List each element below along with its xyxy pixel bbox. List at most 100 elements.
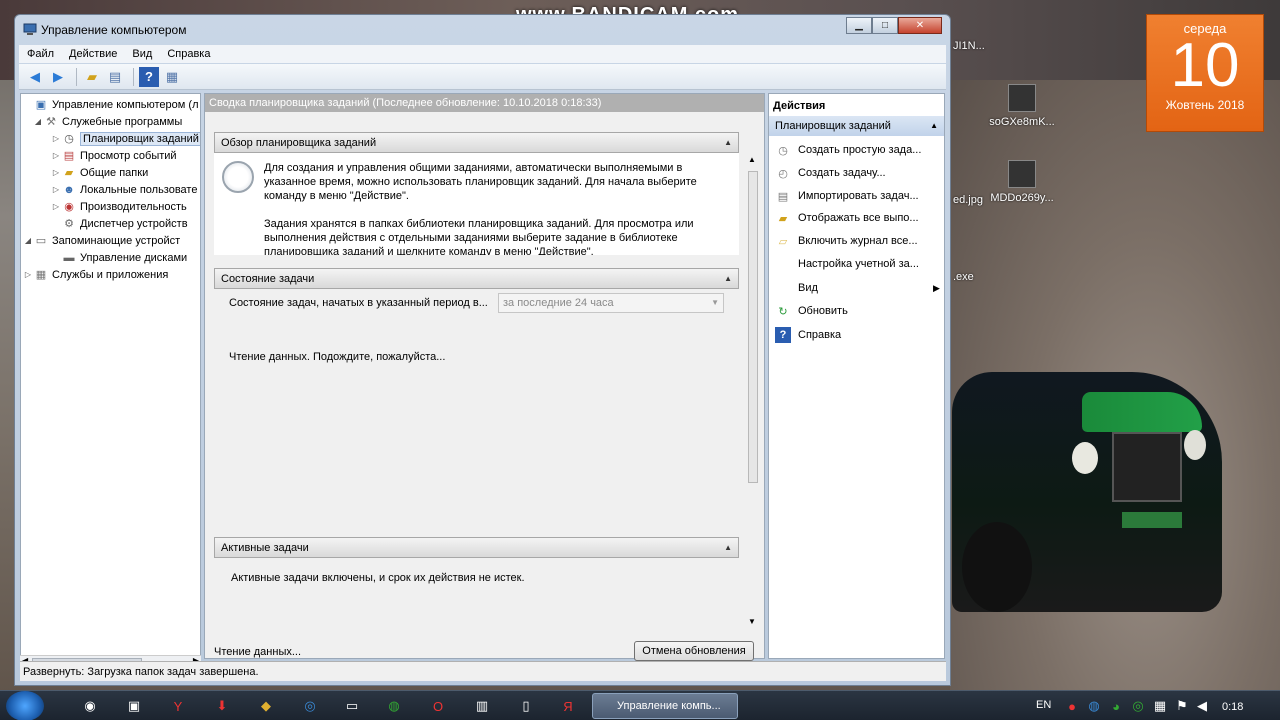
up-folder-icon[interactable]: ▰	[82, 67, 102, 87]
yandex-icon[interactable]: Я	[558, 696, 578, 716]
expand-icon[interactable]: ▷	[51, 185, 61, 194]
tree-item-device-manager[interactable]: ⚙ Диспетчер устройств	[51, 215, 187, 232]
expand-icon[interactable]: ▷	[51, 134, 61, 143]
back-arrow-icon[interactable]: ◀	[25, 67, 45, 87]
collapse-icon[interactable]: ▲	[930, 116, 938, 136]
steam-icon[interactable]: ◉	[80, 696, 100, 716]
game-icon[interactable]: ◆	[256, 696, 276, 716]
expand-icon[interactable]: ▷	[51, 151, 61, 160]
collapse-icon[interactable]: ▲	[724, 269, 732, 289]
expand-icon[interactable]: ▷	[51, 202, 61, 211]
network-tray-icon[interactable]: ▦	[1150, 696, 1170, 716]
tray-app-icon[interactable]: ◕	[1106, 696, 1126, 716]
show-hide-tree-icon[interactable]: ▤	[105, 67, 125, 87]
action-enable-history[interactable]: ▱ Включить журнал все...	[775, 232, 918, 250]
action-create-task[interactable]: ◴ Создать задачу...	[775, 164, 885, 182]
wallpaper-car	[952, 372, 1222, 612]
desktop-icon-file-1[interactable]: soGXe8mK...	[982, 84, 1062, 128]
tree-item-task-scheduler[interactable]: ▷ ◷ Планировщик заданий	[51, 130, 200, 147]
download-icon[interactable]: ⬇	[212, 696, 232, 716]
task-status-section: Состояние задачи ▲ Состояние задач, нача…	[214, 268, 739, 536]
action-display-running[interactable]: ▰ Отображать все выпо...	[775, 209, 919, 227]
minimize-button[interactable]: ▁	[846, 17, 872, 34]
flag-icon[interactable]: ⚑	[1172, 696, 1192, 716]
forward-arrow-icon[interactable]: ▶	[48, 67, 68, 87]
desktop-icon-partial[interactable]: .exe	[953, 271, 974, 283]
computer-management-icon: ▣	[35, 99, 47, 111]
action-help[interactable]: ? Справка	[775, 326, 841, 344]
computer-icon[interactable]: ▣	[124, 696, 144, 716]
expand-icon[interactable]: ▷	[51, 168, 61, 177]
collapse-icon[interactable]: ◢	[23, 236, 33, 245]
action-view[interactable]: Вид ▶	[775, 279, 941, 297]
active-tasks-text: Активные задачи включены, и срок их дейс…	[231, 572, 525, 584]
scroll-down-icon[interactable]: ▼	[748, 617, 756, 626]
menu-file[interactable]: Файл	[27, 48, 54, 60]
archive-icon[interactable]: ▥	[472, 696, 492, 716]
expand-icon[interactable]: ▷	[23, 270, 33, 279]
close-button[interactable]: ✕	[898, 17, 942, 34]
calendar-gadget[interactable]: середа 10 Жовтень 2018	[1146, 14, 1264, 132]
tray-globe-icon[interactable]: ◍	[1084, 696, 1104, 716]
refresh-icon: ↻	[778, 305, 788, 318]
desktop-icon-partial[interactable]: ed.jpg	[953, 194, 983, 206]
toolbar-separator	[133, 67, 134, 86]
actions-section-header[interactable]: Планировщик заданий ▲	[769, 116, 944, 136]
window-title: Управление компьютером	[41, 23, 187, 37]
taskbar-active-task[interactable]: Управление компь...	[592, 693, 738, 719]
network-icon[interactable]: ◎	[300, 696, 320, 716]
record-icon[interactable]: ●	[1062, 696, 1082, 716]
title-bar[interactable]: Управление компьютером ▁ □ ✕	[15, 15, 950, 43]
image-file-icon	[1008, 84, 1036, 112]
volume-icon[interactable]: ◀	[1192, 696, 1212, 716]
language-indicator[interactable]: EN	[1036, 699, 1051, 711]
document-icon[interactable]: ▯	[516, 696, 536, 716]
tree-item-event-viewer[interactable]: ▷ ▤ Просмотр событий	[51, 147, 177, 164]
opera-icon[interactable]: O	[428, 696, 448, 716]
event-viewer-icon: ▤	[63, 150, 75, 162]
scroll-up-icon[interactable]: ▲	[748, 155, 756, 164]
scrollbar-thumb[interactable]	[748, 171, 758, 483]
summary-header: Сводка планировщика заданий (Последнее о…	[205, 94, 764, 112]
start-button[interactable]	[6, 691, 44, 720]
yandex-browser-icon[interactable]: Y	[168, 696, 188, 716]
image-file-icon	[1008, 160, 1036, 188]
tree-item-services-apps[interactable]: ▷ ▦ Службы и приложения	[23, 266, 168, 283]
desktop-icon-partial[interactable]: JI1N...	[953, 40, 985, 52]
collapse-icon[interactable]: ▲	[724, 133, 732, 153]
task-status-section-header[interactable]: Состояние задачи ▲	[214, 268, 739, 289]
menu-action[interactable]: Действие	[69, 48, 117, 60]
action-refresh[interactable]: ↻ Обновить	[775, 302, 847, 320]
menu-view[interactable]: Вид	[132, 48, 152, 60]
window-icon[interactable]: ▭	[342, 696, 362, 716]
toolbar: ◀ ▶ ▰ ▤ ? ▦	[19, 64, 946, 90]
properties-icon[interactable]: ▦	[162, 67, 182, 87]
active-tasks-section-header[interactable]: Активные задачи ▲	[214, 537, 739, 558]
summary-vertical-scrollbar[interactable]: ▲ ▼	[747, 155, 759, 633]
tree-item-system-tools[interactable]: ◢ ⚒ Служебные программы	[33, 113, 182, 130]
clock-time[interactable]: 0:18	[1222, 701, 1243, 713]
desktop-icon-file-2[interactable]: MDDo269y...	[982, 160, 1062, 204]
tree-item-performance[interactable]: ▷ ◉ Производительность	[51, 198, 187, 215]
maximize-button[interactable]: □	[872, 17, 898, 34]
tree-item-local-users[interactable]: ▷ ☻ Локальные пользовате	[51, 181, 198, 198]
status-period-select[interactable]: за последние 24 часа ▼	[498, 293, 724, 313]
services-icon: ▦	[35, 269, 47, 281]
tray-chrome-icon[interactable]: ◎	[1128, 696, 1148, 716]
tree-item-storage[interactable]: ◢ ▭ Запоминающие устройст	[23, 232, 180, 249]
collapse-icon[interactable]: ▲	[724, 538, 732, 558]
action-account-settings[interactable]: Настройка учетной за...	[775, 255, 919, 273]
overview-section-header[interactable]: Обзор планировщика заданий ▲	[214, 132, 739, 153]
menu-bar: Файл Действие Вид Справка	[19, 45, 946, 63]
create-task-icon: ◴	[778, 167, 788, 180]
chrome-icon[interactable]: ◍	[384, 696, 404, 716]
tree-item-shared-folders[interactable]: ▷ ▰ Общие папки	[51, 164, 148, 181]
action-import-task[interactable]: ▤ Импортировать задач...	[775, 187, 919, 205]
cancel-refresh-button[interactable]: Отмена обновления	[634, 641, 754, 661]
tree-item-computer-management[interactable]: ▣ Управление компьютером (л	[23, 96, 199, 113]
collapse-icon[interactable]: ◢	[33, 117, 43, 126]
help-icon[interactable]: ?	[139, 66, 159, 87]
tree-item-disk-management[interactable]: ▬ Управление дисками	[51, 249, 188, 266]
action-create-basic-task[interactable]: ◷ Создать простую зада...	[775, 141, 921, 159]
menu-help[interactable]: Справка	[167, 48, 210, 60]
